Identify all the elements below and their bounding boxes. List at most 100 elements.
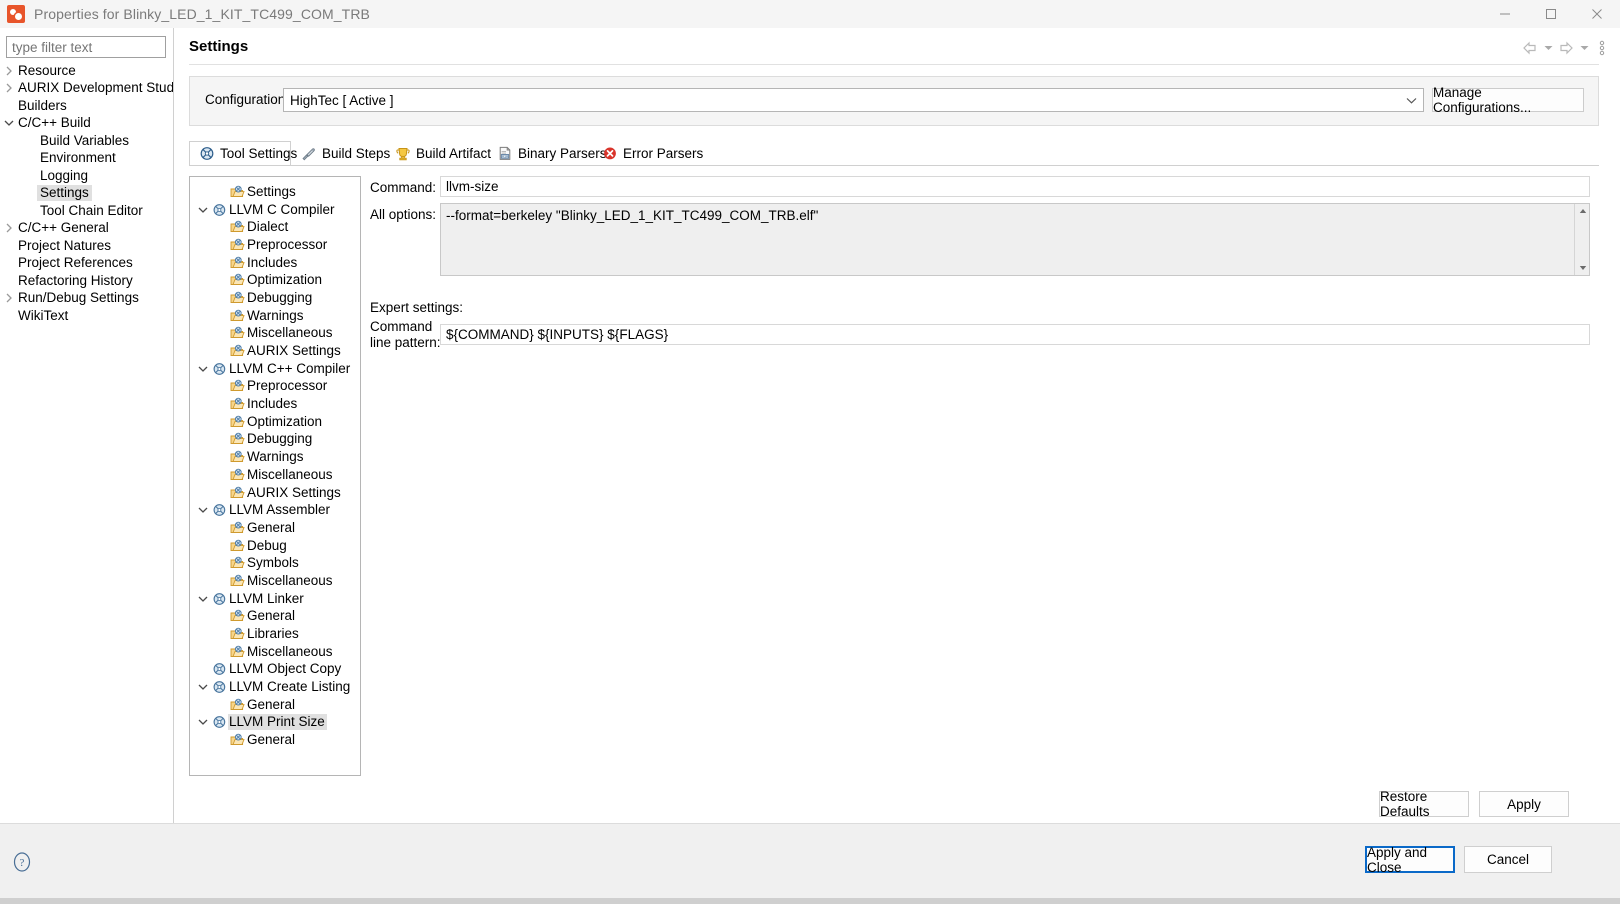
chevron-down-icon[interactable] xyxy=(2,119,15,127)
tool-tree-item-llvm-assembler[interactable]: LLVM Assembler xyxy=(190,501,361,519)
tool-tree-item-preprocessor[interactable]: Preprocessor xyxy=(190,236,361,254)
tab-build-artifact[interactable]: Build Artifact xyxy=(385,141,487,166)
compiler-tool-icon xyxy=(210,203,228,217)
close-icon[interactable] xyxy=(1574,0,1620,28)
tool-tree-item-llvm-c-compiler[interactable]: LLVM C++ Compiler xyxy=(190,360,361,378)
tab-tool-settings[interactable]: Tool Settings xyxy=(189,141,291,166)
tool-tree-item-includes[interactable]: Includes xyxy=(190,395,361,413)
command-line-pattern-input[interactable] xyxy=(440,324,1590,345)
tool-tree-item-label: General xyxy=(246,520,297,536)
all-options-scrollbar[interactable] xyxy=(1574,204,1589,275)
tool-tree-item-debugging[interactable]: Debugging xyxy=(190,431,361,449)
arrow-right-icon[interactable] xyxy=(1556,38,1576,58)
configuration-dropdown[interactable]: HighTec [ Active ] xyxy=(283,88,1424,112)
chevron-down-icon[interactable] xyxy=(1578,38,1590,58)
command-input[interactable] xyxy=(440,176,1590,197)
sidebar-item-project-natures[interactable]: Project Natures xyxy=(0,237,173,255)
sidebar-item-settings[interactable]: Settings xyxy=(0,185,173,203)
tool-settings-icon xyxy=(199,146,215,161)
tool-tree-item-warnings[interactable]: Warnings xyxy=(190,448,361,466)
tool-tree-item-debug[interactable]: Debug xyxy=(190,537,361,555)
sidebar-item-environment[interactable]: Environment xyxy=(0,150,173,168)
tool-settings-tree[interactable]: SettingsLLVM C CompilerDialectPreprocess… xyxy=(189,176,361,776)
tool-tree-item-general[interactable]: General xyxy=(190,696,361,714)
chevron-right-icon[interactable] xyxy=(2,293,15,303)
tool-tree-item-llvm-print-size[interactable]: LLVM Print Size xyxy=(190,714,361,732)
arrow-left-icon[interactable] xyxy=(1520,38,1540,58)
filter-input[interactable] xyxy=(6,36,166,58)
sidebar-item-builders[interactable]: Builders xyxy=(0,97,173,115)
chevron-down-icon[interactable] xyxy=(1399,89,1423,111)
tool-tree-item-preprocessor[interactable]: Preprocessor xyxy=(190,378,361,396)
tool-tree-item-optimization[interactable]: Optimization xyxy=(190,271,361,289)
restore-defaults-button[interactable]: Restore Defaults xyxy=(1379,791,1469,817)
chevron-down-icon[interactable] xyxy=(196,718,210,726)
sidebar-item-tool-chain-editor[interactable]: Tool Chain Editor xyxy=(0,202,173,220)
chevron-down-icon[interactable] xyxy=(196,506,210,514)
chevron-down-icon[interactable] xyxy=(1542,38,1554,58)
sidebar-item-build-variables[interactable]: Build Variables xyxy=(0,132,173,150)
all-options-textarea[interactable]: --format=berkeley "Blinky_LED_1_KIT_TC49… xyxy=(440,203,1590,276)
vertical-dots-icon[interactable] xyxy=(1592,38,1612,58)
chevron-right-icon[interactable] xyxy=(2,223,15,233)
sidebar-item-c-c-build[interactable]: C/C++ Build xyxy=(0,115,173,133)
scroll-up-arrow-icon[interactable] xyxy=(1575,204,1590,218)
tool-tree-item-optimization[interactable]: Optimization xyxy=(190,413,361,431)
tool-tree-item-miscellaneous[interactable]: Miscellaneous xyxy=(190,325,361,343)
tool-tree-item-debugging[interactable]: Debugging xyxy=(190,289,361,307)
chevron-right-icon[interactable] xyxy=(2,83,15,93)
tool-tree-item-aurix-settings[interactable]: AURIX Settings xyxy=(190,342,361,360)
manage-configurations-button[interactable]: Manage Configurations... xyxy=(1432,88,1584,112)
tool-tree-item-includes[interactable]: Includes xyxy=(190,254,361,272)
tool-tree-item-dialect[interactable]: Dialect xyxy=(190,218,361,236)
configuration-value: HighTec [ Active ] xyxy=(284,93,394,108)
sidebar-item-project-references[interactable]: Project References xyxy=(0,255,173,273)
tab-label: Tool Settings xyxy=(220,146,297,161)
tab-label: Build Artifact xyxy=(416,146,491,161)
chevron-down-icon[interactable] xyxy=(196,365,210,373)
sidebar-item-logging[interactable]: Logging xyxy=(0,167,173,185)
chevron-right-icon[interactable] xyxy=(2,66,15,76)
tool-tree-item-miscellaneous[interactable]: Miscellaneous xyxy=(190,572,361,590)
maximize-icon[interactable] xyxy=(1528,0,1574,28)
chevron-down-icon[interactable] xyxy=(196,683,210,691)
binary-parsers-icon: 010 xyxy=(497,146,513,161)
chevron-down-icon[interactable] xyxy=(196,206,210,214)
tab-error-parsers[interactable]: Error Parsers xyxy=(592,141,690,166)
tool-tree-item-settings[interactable]: Settings xyxy=(190,183,361,201)
sidebar-item-run-debug-settings[interactable]: Run/Debug Settings xyxy=(0,290,173,308)
tool-tree-item-general[interactable]: General xyxy=(190,731,361,749)
tool-tree-item-label: Includes xyxy=(246,396,299,412)
scroll-down-arrow-icon[interactable] xyxy=(1575,261,1590,275)
tool-tree-item-miscellaneous[interactable]: Miscellaneous xyxy=(190,466,361,484)
tool-tree-item-label: Optimization xyxy=(246,272,324,288)
tool-tree-item-label: LLVM C++ Compiler xyxy=(228,361,352,377)
help-question-icon[interactable]: ? xyxy=(11,851,33,873)
tab-build-steps[interactable]: Build Steps xyxy=(291,141,385,166)
tool-tree-item-llvm-object-copy[interactable]: LLVM Object Copy xyxy=(190,661,361,679)
tool-tree-item-miscellaneous[interactable]: Miscellaneous xyxy=(190,643,361,661)
cancel-button[interactable]: Cancel xyxy=(1464,846,1552,873)
tool-tree-item-aurix-settings[interactable]: AURIX Settings xyxy=(190,484,361,502)
apply-button[interactable]: Apply xyxy=(1479,791,1569,817)
tool-tree-item-symbols[interactable]: Symbols xyxy=(190,554,361,572)
compiler-tool-icon xyxy=(210,715,228,729)
tool-tree-item-general[interactable]: General xyxy=(190,608,361,626)
sidebar-item-c-c-general[interactable]: C/C++ General xyxy=(0,220,173,238)
sidebar-item-refactoring-history[interactable]: Refactoring History xyxy=(0,272,173,290)
folder-tool-icon xyxy=(228,185,246,199)
tool-tree-item-llvm-linker[interactable]: LLVM Linker xyxy=(190,590,361,608)
tool-tree-item-warnings[interactable]: Warnings xyxy=(190,307,361,325)
sidebar-item-aurix-development-studio[interactable]: AURIX Development Studio xyxy=(0,80,173,98)
tool-tree-item-general[interactable]: General xyxy=(190,519,361,537)
tool-tree-item-llvm-create-listing[interactable]: LLVM Create Listing xyxy=(190,678,361,696)
sidebar-item-resource[interactable]: Resource xyxy=(0,62,173,80)
tab-binary-parsers[interactable]: 010Binary Parsers xyxy=(487,141,592,166)
tool-tree-item-llvm-c-compiler[interactable]: LLVM C Compiler xyxy=(190,201,361,219)
minimize-icon[interactable] xyxy=(1482,0,1528,28)
chevron-down-icon[interactable] xyxy=(196,595,210,603)
sidebar-item-wikitext[interactable]: WikiText xyxy=(0,307,173,325)
tool-tree-item-libraries[interactable]: Libraries xyxy=(190,625,361,643)
apply-and-close-button[interactable]: Apply and Close xyxy=(1365,846,1455,873)
window-controls xyxy=(1482,0,1620,28)
